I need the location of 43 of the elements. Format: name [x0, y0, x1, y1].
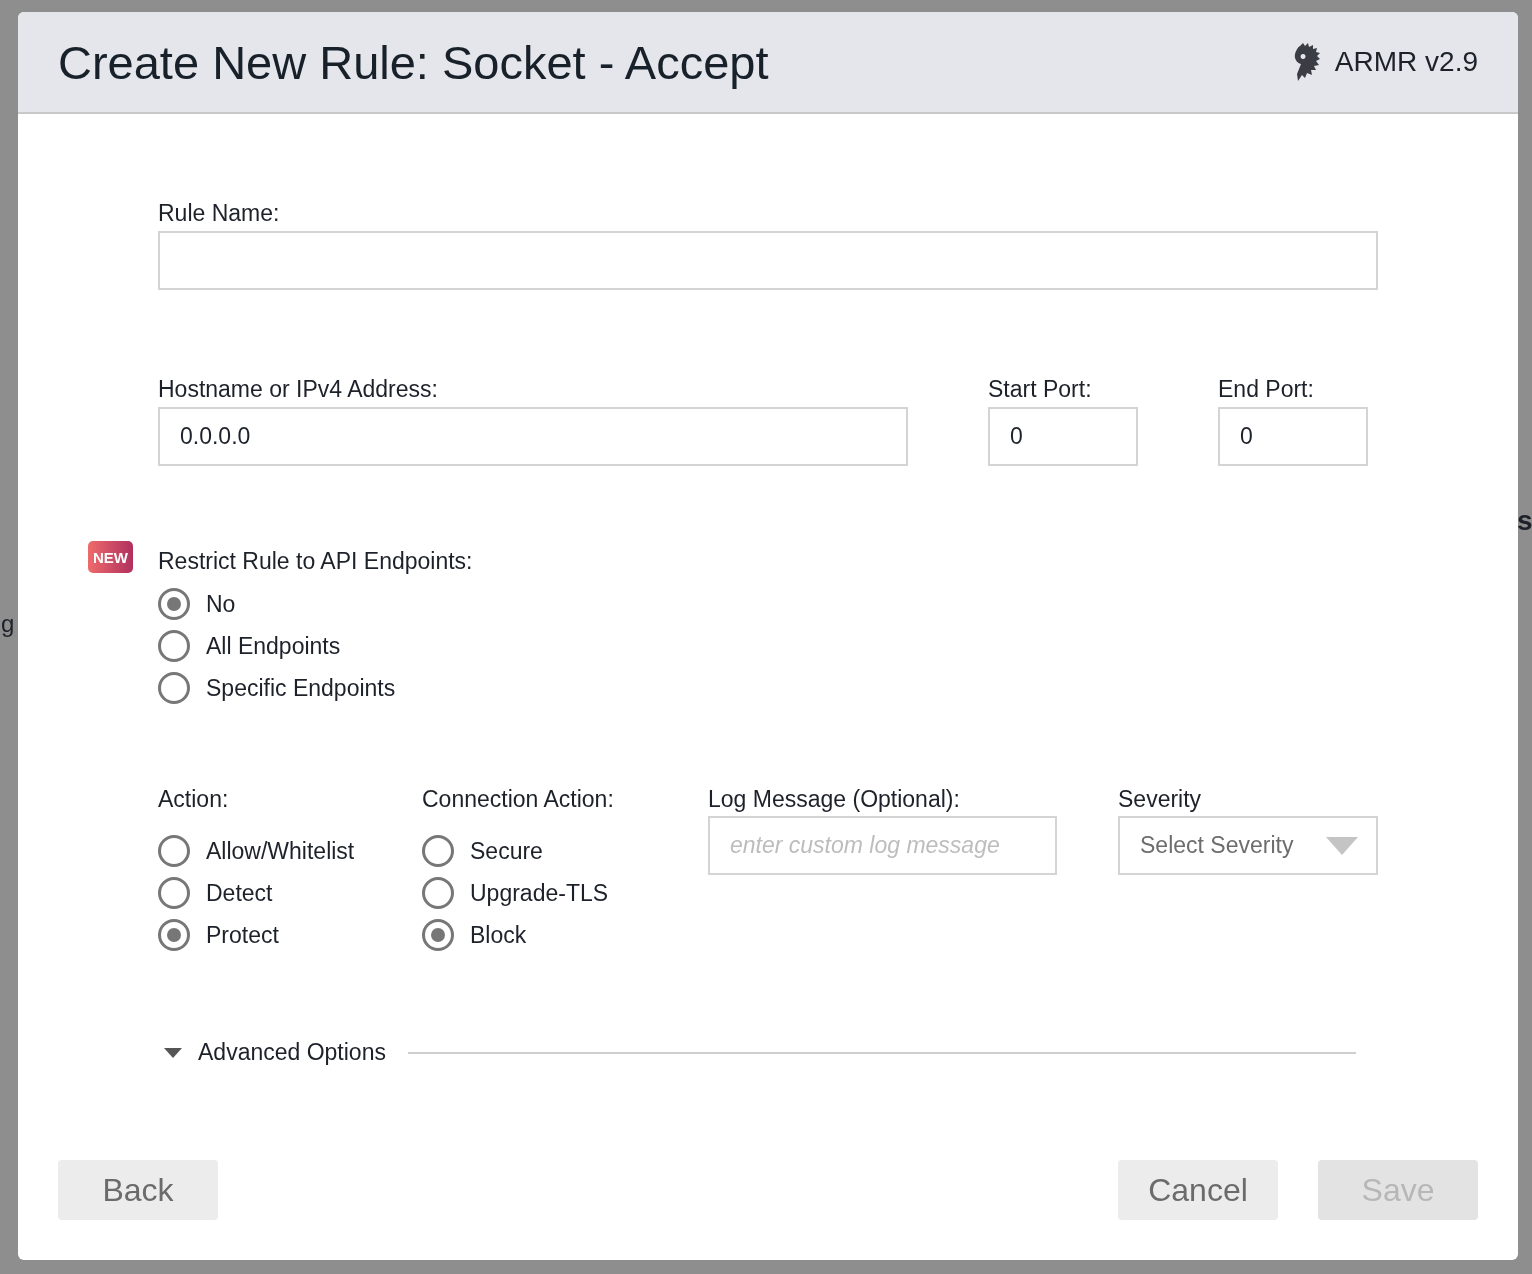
- advanced-options-toggle[interactable]: Advanced Options: [164, 1039, 386, 1066]
- log-message-field[interactable]: enter custom log message: [708, 816, 1057, 875]
- radio-label[interactable]: No: [206, 590, 236, 618]
- radio-button[interactable]: [422, 919, 454, 951]
- radio-label[interactable]: Protect: [206, 921, 279, 949]
- radio-button[interactable]: [158, 877, 190, 909]
- background-text: g: [1, 610, 15, 638]
- radio-label[interactable]: All Endpoints: [206, 632, 341, 660]
- radio-label[interactable]: Allow/Whitelist: [206, 837, 355, 865]
- radio-button[interactable]: [158, 919, 190, 951]
- dialog-button[interactable]: Cancel: [1118, 1160, 1278, 1220]
- start-port-field[interactable]: 0: [988, 407, 1138, 466]
- hostname-field[interactable]: 0.0.0.0: [158, 407, 908, 466]
- radio-button[interactable]: [158, 630, 190, 662]
- field-label: Action:: [158, 786, 230, 812]
- severity-dropdown[interactable]: Select Severity: [1118, 816, 1378, 875]
- product-version: ARMR v2.9: [1334, 46, 1478, 78]
- back-button[interactable]: Back: [58, 1160, 218, 1220]
- field-label: Start Port:: [988, 376, 1093, 402]
- field-label: Hostname or IPv4 Address:: [158, 376, 439, 402]
- radio-button[interactable]: [422, 835, 454, 867]
- radio-label[interactable]: Secure: [470, 837, 543, 865]
- field-label: Restrict Rule to API Endpoints:: [158, 548, 474, 574]
- new-badge: NEW: [88, 541, 133, 573]
- field-label: Connection Action:: [422, 786, 615, 812]
- rule-name-field[interactable]: [158, 231, 1378, 290]
- radio-button[interactable]: [422, 877, 454, 909]
- radio-button[interactable]: [158, 672, 190, 704]
- caret-icon: [1326, 836, 1358, 855]
- radio-label[interactable]: Specific Endpoints: [206, 674, 396, 702]
- window-title: Create New Rule: Socket - Accept: [58, 34, 769, 90]
- field-label: End Port:: [1218, 376, 1315, 402]
- end-port-field[interactable]: 0: [1218, 407, 1368, 466]
- field-label: Severity: [1118, 786, 1203, 812]
- caret-icon: [164, 1047, 182, 1058]
- background-text: s: [1517, 505, 1532, 537]
- field-label: Rule Name:: [158, 200, 281, 226]
- radio-label[interactable]: Block: [470, 921, 527, 949]
- field-label: Log Message (Optional):: [708, 786, 961, 812]
- radio-button[interactable]: [158, 588, 190, 620]
- radio-label[interactable]: Upgrade-TLS: [470, 879, 609, 907]
- radio-label[interactable]: Detect: [206, 879, 273, 907]
- radio-button[interactable]: [158, 835, 190, 867]
